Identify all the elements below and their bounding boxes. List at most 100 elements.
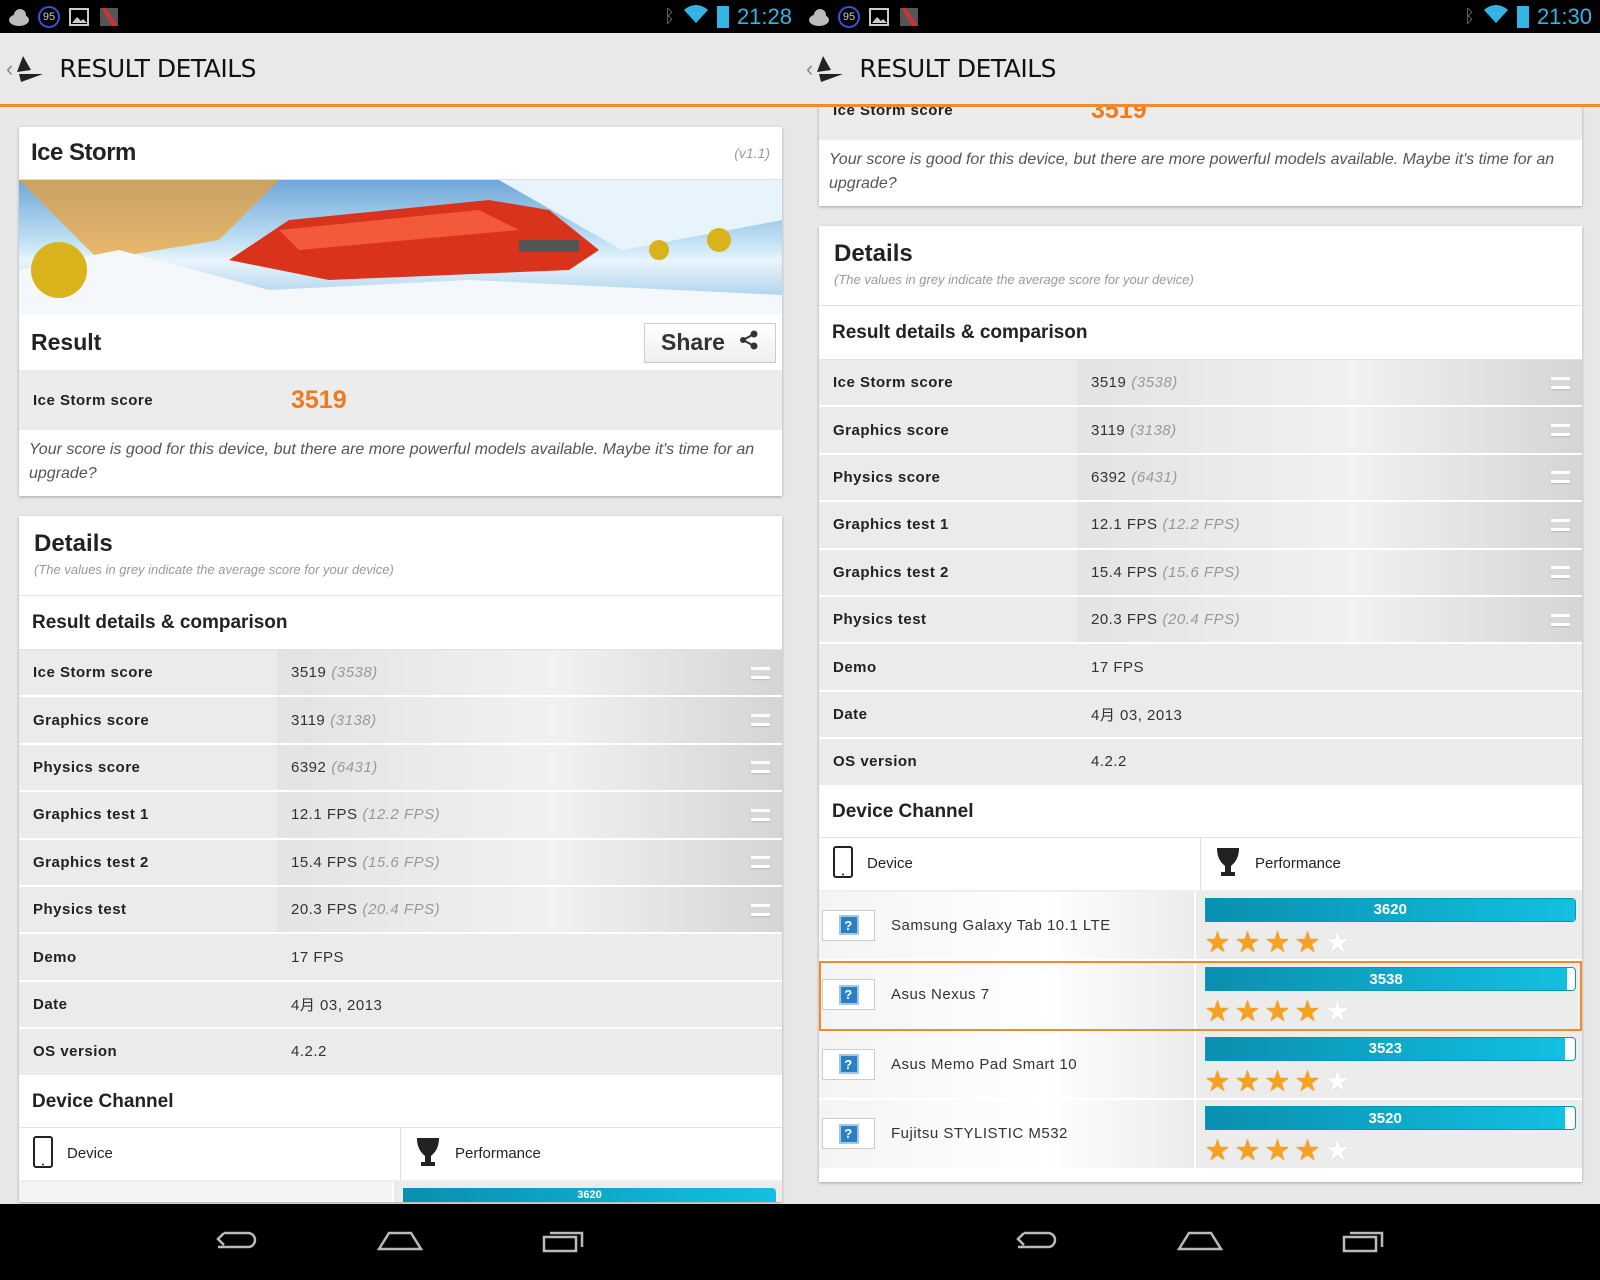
device-list: ? Samsung Galaxy Tab 10.1 LTE 3620 ★ ★ ★ ★ ★… — [819, 891, 1582, 1182]
battery-icon — [1516, 5, 1529, 28]
device-column-header[interactable]: Device — [819, 838, 1200, 890]
equal-icon — [1551, 566, 1570, 579]
row-value: 6392 — [1091, 468, 1127, 486]
page-title: RESULT DETAILS — [859, 54, 1057, 83]
screen-right: 95 ᛒ 21:30 ‹ RESULT DETAILS Ice Storm (v… — [800, 0, 1600, 1280]
equal-icon — [1551, 471, 1570, 484]
star-filled-icon: ★ — [1234, 1135, 1261, 1168]
test-title: Ice Storm — [31, 139, 136, 166]
row-average: (15.6 FPS) — [1162, 563, 1241, 581]
details-row[interactable]: Graphics test 1 12.1 FPS (12.2 FPS) — [19, 792, 782, 840]
device-row-partial[interactable]: 3620 — [19, 1181, 782, 1202]
details-row[interactable]: Graphics score 3119 (3138) — [19, 697, 782, 745]
score-description: Your score is good for this device, but … — [829, 151, 1555, 192]
bluetooth-icon: ᛒ — [664, 6, 675, 26]
details-subtitle: (The values in grey indicate the average… — [34, 562, 394, 577]
row-average: (6431) — [1131, 468, 1178, 486]
star-filled-icon: ★ — [1204, 996, 1231, 1029]
equal-icon — [751, 856, 770, 869]
star-empty-icon: ★ — [1324, 996, 1351, 1029]
star-rating: ★ ★ ★ ★ ★ — [1205, 1067, 1577, 1097]
device-column-header[interactable]: Device — [19, 1128, 400, 1180]
3dmark-logo-icon[interactable] — [815, 54, 845, 84]
star-empty-icon: ★ — [1324, 1135, 1351, 1168]
equal-icon — [1551, 613, 1570, 626]
device-row[interactable]: ? Asus Nexus 7 3538 ★ ★ ★ ★ ★ — [819, 961, 1582, 1031]
recents-button[interactable] — [1340, 1225, 1390, 1260]
scroll-view[interactable]: Ice Storm (v1.1) R — [0, 107, 800, 1204]
bluetooth-icon: ᛒ — [1464, 6, 1475, 26]
row-value: 15.4 FPS — [1091, 563, 1158, 581]
row-value-cell: 4.2.2 — [277, 1029, 782, 1074]
image-icon — [868, 6, 890, 28]
details-row[interactable]: Graphics score 3119 (3138) — [819, 407, 1582, 455]
trophy-icon — [415, 1136, 441, 1172]
recents-button[interactable] — [540, 1225, 590, 1260]
details-row: Demo 17 FPS — [19, 934, 782, 982]
scroll-view[interactable]: Ice Storm (v1.1) R — [800, 0, 1600, 1204]
row-value: 4.2.2 — [1091, 753, 1127, 771]
3dmark-logo-icon[interactable] — [15, 54, 45, 84]
row-average: (3538) — [1131, 374, 1178, 392]
equal-icon — [751, 714, 770, 727]
row-label: Graphics test 1 — [33, 806, 149, 824]
details-row[interactable]: Physics score 6392 (6431) — [19, 744, 782, 793]
row-label: OS version — [833, 753, 918, 771]
row-label: Date — [833, 705, 868, 723]
details-row[interactable]: Physics test 20.3 FPS (20.4 FPS) — [19, 886, 782, 935]
star-rating: ★ ★ ★ ★ ★ — [1205, 1136, 1577, 1166]
antivirus-icon — [98, 6, 120, 28]
equal-icon — [1551, 424, 1570, 437]
row-label: Physics test — [33, 901, 127, 919]
score-value: 3519 — [291, 385, 347, 414]
card-bottom-padding — [819, 1170, 1582, 1182]
details-table: Ice Storm score 3519 (3538) Graphics score… — [19, 650, 782, 1077]
share-button[interactable]: Share — [644, 322, 776, 363]
row-label: Demo — [833, 658, 877, 676]
clock: 21:28 — [736, 3, 792, 29]
home-button[interactable] — [1175, 1225, 1225, 1260]
device-row[interactable]: ? Asus Memo Pad Smart 10 3523 ★ ★ ★ ★ ★ — [819, 1030, 1582, 1101]
row-value: 20.3 FPS — [1091, 611, 1158, 629]
device-score: 3523 — [1368, 1040, 1402, 1058]
score-bar-fill: 3620 — [403, 1187, 776, 1202]
screen-left: 95 ᛒ 21:28 ‹ RESULT DETAILS Ice Storm (v… — [0, 0, 800, 1280]
star-filled-icon: ★ — [1264, 926, 1291, 959]
performance-column-label: Performance — [455, 1145, 541, 1163]
details-row: Date 4月 03, 2013 — [19, 981, 782, 1030]
back-caret-icon[interactable]: ‹ — [806, 56, 813, 82]
share-label: Share — [661, 329, 725, 355]
row-value-cell: 3519 (3538) — [277, 650, 782, 696]
score-bar-fill: 3620 — [1205, 898, 1575, 921]
star-rating: ★ ★ ★ ★ ★ — [1205, 928, 1577, 958]
details-row: Demo 17 FPS — [819, 644, 1582, 692]
back-button[interactable] — [1010, 1225, 1060, 1260]
details-row[interactable]: Graphics test 2 15.4 FPS (15.6 FPS) — [819, 549, 1582, 597]
star-rating: ★ ★ ★ ★ ★ — [1205, 997, 1577, 1027]
row-average: (20.4 FPS) — [362, 901, 441, 919]
details-row[interactable]: Graphics test 2 15.4 FPS (15.6 FPS) — [19, 839, 782, 887]
clock: 21:30 — [1536, 3, 1592, 29]
device-image-placeholder-icon: ? — [822, 909, 875, 941]
row-label: Graphics test 2 — [833, 563, 949, 581]
back-button[interactable] — [210, 1225, 260, 1260]
star-filled-icon: ★ — [1264, 996, 1291, 1029]
back-caret-icon[interactable]: ‹ — [6, 56, 13, 82]
home-button[interactable] — [375, 1225, 425, 1260]
details-row[interactable]: Physics score 6392 (6431) — [819, 454, 1582, 503]
performance-column-header[interactable]: Performance — [1200, 837, 1582, 890]
device-row[interactable]: ? Fujitsu STYLISTIC M532 3520 ★ ★ ★ ★ ★ — [819, 1100, 1582, 1170]
star-filled-icon: ★ — [1264, 1135, 1291, 1168]
details-row[interactable]: Ice Storm score 3519 (3538) — [819, 360, 1582, 408]
details-row[interactable]: Graphics test 1 12.1 FPS (12.2 FPS) — [819, 502, 1582, 550]
device-row[interactable]: ? Samsung Galaxy Tab 10.1 LTE 3620 ★ ★ ★ ★ ★ — [819, 891, 1582, 962]
star-filled-icon: ★ — [1264, 1065, 1291, 1098]
row-value-cell: 3119 (3138) — [277, 697, 782, 743]
score-bar-fill: 3523 — [1205, 1037, 1566, 1060]
device-image-placeholder-icon: ? — [822, 979, 875, 1011]
row-label: Ice Storm score — [33, 664, 154, 682]
details-row[interactable]: Ice Storm score 3519 (3538) — [19, 650, 782, 698]
performance-column-header[interactable]: Performance — [400, 1127, 782, 1180]
row-average: (20.4 FPS) — [1162, 611, 1241, 629]
details-row[interactable]: Physics test 20.3 FPS (20.4 FPS) — [819, 596, 1582, 645]
